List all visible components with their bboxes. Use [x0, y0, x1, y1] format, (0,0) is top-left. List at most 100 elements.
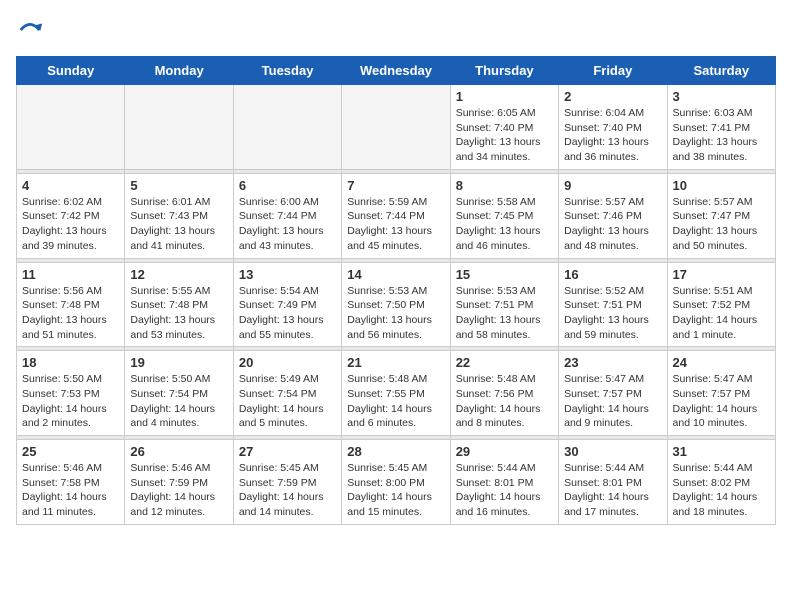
day-number: 16 [564, 267, 661, 282]
calendar-cell: 30 Sunrise: 5:44 AMSunset: 8:01 PMDayligh… [559, 440, 667, 525]
day-number: 20 [239, 355, 336, 370]
calendar-week-row: 18Sunrise: 5:50 AMSunset: 7:53 PMDayligh… [17, 351, 776, 436]
day-number: 5 [130, 178, 227, 193]
calendar-cell: 7 Sunrise: 5:59 AMSunset: 7:44 PMDaylight… [342, 173, 450, 258]
day-number: 17 [673, 267, 770, 282]
day-number: 3 [673, 89, 770, 104]
weekday-header: Wednesday [342, 57, 450, 85]
day-info: Sunrise: 5:48 AMSunset: 7:56 PMDaylight:… [456, 372, 553, 431]
calendar-cell: 11 Sunrise: 5:56 AMSunset: 7:48 PMDayligh… [17, 262, 125, 347]
calendar-cell: 5 Sunrise: 6:01 AMSunset: 7:43 PMDaylight… [125, 173, 233, 258]
day-info: Sunrise: 5:50 AMSunset: 7:54 PMDaylight:… [130, 372, 227, 431]
day-number: 25 [22, 444, 119, 459]
calendar-cell: 15Sunrise: 5:53 AMSunset: 7:51 PMDayligh… [450, 262, 558, 347]
day-number: 22 [456, 355, 553, 370]
calendar-cell: 23Sunrise: 5:47 AMSunset: 7:57 PMDayligh… [559, 351, 667, 436]
day-info: Sunrise: 5:44 AMSunset: 8:01 PMDaylight:… [564, 461, 661, 520]
day-number: 15 [456, 267, 553, 282]
calendar-cell: 10 Sunrise: 5:57 AMSunset: 7:47 PMDayligh… [667, 173, 775, 258]
weekday-header: Monday [125, 57, 233, 85]
calendar-week-row: 25Sunrise: 5:46 AMSunset: 7:58 PMDayligh… [17, 440, 776, 525]
calendar-cell: 8 Sunrise: 5:58 AMSunset: 7:45 PMDaylight… [450, 173, 558, 258]
calendar-cell: 3 Sunrise: 6:03 AMSunset: 7:41 PMDaylight… [667, 85, 775, 170]
weekday-header: Tuesday [233, 57, 341, 85]
calendar-cell: 29 Sunrise: 5:44 AMSunset: 8:01 PMDayligh… [450, 440, 558, 525]
calendar-cell: 21Sunrise: 5:48 AMSunset: 7:55 PMDayligh… [342, 351, 450, 436]
day-number: 21 [347, 355, 444, 370]
logo-icon [16, 16, 44, 44]
day-number: 4 [22, 178, 119, 193]
calendar-cell: 1Sunrise: 6:05 AMSunset: 7:40 PMDaylight… [450, 85, 558, 170]
day-number: 13 [239, 267, 336, 282]
calendar-cell: 13 Sunrise: 5:54 AMSunset: 7:49 PMDayligh… [233, 262, 341, 347]
day-number: 2 [564, 89, 661, 104]
calendar-week-row: 4 Sunrise: 6:02 AMSunset: 7:42 PMDaylight… [17, 173, 776, 258]
weekday-header: Thursday [450, 57, 558, 85]
day-number: 1 [456, 89, 553, 104]
calendar-cell: 24 Sunrise: 5:47 AMSunset: 7:57 PMDayligh… [667, 351, 775, 436]
day-number: 9 [564, 178, 661, 193]
day-info: Sunrise: 5:44 AMSunset: 8:02 PMDaylight:… [673, 461, 770, 520]
day-info: Sunrise: 5:55 AMSunset: 7:48 PMDaylight:… [130, 284, 227, 343]
calendar-cell: 2 Sunrise: 6:04 AMSunset: 7:40 PMDaylight… [559, 85, 667, 170]
day-info: Sunrise: 5:45 AMSunset: 7:59 PMDaylight:… [239, 461, 336, 520]
day-number: 19 [130, 355, 227, 370]
day-info: Sunrise: 5:59 AMSunset: 7:44 PMDaylight:… [347, 195, 444, 254]
day-info: Sunrise: 5:44 AMSunset: 8:01 PMDaylight:… [456, 461, 553, 520]
calendar-table: SundayMondayTuesdayWednesdayThursdayFrid… [16, 56, 776, 525]
day-number: 11 [22, 267, 119, 282]
calendar-week-row: 1Sunrise: 6:05 AMSunset: 7:40 PMDaylight… [17, 85, 776, 170]
day-number: 10 [673, 178, 770, 193]
day-info: Sunrise: 5:52 AMSunset: 7:51 PMDaylight:… [564, 284, 661, 343]
day-number: 31 [673, 444, 770, 459]
day-number: 6 [239, 178, 336, 193]
calendar-cell: 6 Sunrise: 6:00 AMSunset: 7:44 PMDaylight… [233, 173, 341, 258]
day-number: 12 [130, 267, 227, 282]
calendar-cell: 31 Sunrise: 5:44 AMSunset: 8:02 PMDayligh… [667, 440, 775, 525]
day-info: Sunrise: 6:00 AMSunset: 7:44 PMDaylight:… [239, 195, 336, 254]
day-info: Sunrise: 6:03 AMSunset: 7:41 PMDaylight:… [673, 106, 770, 165]
calendar-cell [125, 85, 233, 170]
calendar-cell: 12 Sunrise: 5:55 AMSunset: 7:48 PMDayligh… [125, 262, 233, 347]
calendar-cell: 14Sunrise: 5:53 AMSunset: 7:50 PMDayligh… [342, 262, 450, 347]
calendar-cell [17, 85, 125, 170]
day-number: 29 [456, 444, 553, 459]
day-number: 26 [130, 444, 227, 459]
day-info: Sunrise: 5:49 AMSunset: 7:54 PMDaylight:… [239, 372, 336, 431]
day-number: 24 [673, 355, 770, 370]
calendar-cell [233, 85, 341, 170]
day-info: Sunrise: 5:57 AMSunset: 7:47 PMDaylight:… [673, 195, 770, 254]
day-info: Sunrise: 6:01 AMSunset: 7:43 PMDaylight:… [130, 195, 227, 254]
day-number: 27 [239, 444, 336, 459]
day-info: Sunrise: 5:47 AMSunset: 7:57 PMDaylight:… [673, 372, 770, 431]
weekday-header: Friday [559, 57, 667, 85]
day-info: Sunrise: 5:47 AMSunset: 7:57 PMDaylight:… [564, 372, 661, 431]
day-number: 14 [347, 267, 444, 282]
calendar-header-row: SundayMondayTuesdayWednesdayThursdayFrid… [17, 57, 776, 85]
calendar-cell: 18Sunrise: 5:50 AMSunset: 7:53 PMDayligh… [17, 351, 125, 436]
day-number: 8 [456, 178, 553, 193]
calendar-cell: 4 Sunrise: 6:02 AMSunset: 7:42 PMDaylight… [17, 173, 125, 258]
day-number: 30 [564, 444, 661, 459]
day-info: Sunrise: 6:02 AMSunset: 7:42 PMDaylight:… [22, 195, 119, 254]
logo [16, 16, 48, 44]
day-info: Sunrise: 5:56 AMSunset: 7:48 PMDaylight:… [22, 284, 119, 343]
calendar-week-row: 11 Sunrise: 5:56 AMSunset: 7:48 PMDayligh… [17, 262, 776, 347]
day-info: Sunrise: 5:58 AMSunset: 7:45 PMDaylight:… [456, 195, 553, 254]
calendar-cell [342, 85, 450, 170]
day-number: 7 [347, 178, 444, 193]
day-number: 28 [347, 444, 444, 459]
weekday-header: Sunday [17, 57, 125, 85]
day-info: Sunrise: 6:04 AMSunset: 7:40 PMDaylight:… [564, 106, 661, 165]
day-info: Sunrise: 5:54 AMSunset: 7:49 PMDaylight:… [239, 284, 336, 343]
calendar-cell: 22 Sunrise: 5:48 AMSunset: 7:56 PMDayligh… [450, 351, 558, 436]
calendar-cell: 16 Sunrise: 5:52 AMSunset: 7:51 PMDayligh… [559, 262, 667, 347]
page-header [16, 16, 776, 44]
day-info: Sunrise: 5:45 AMSunset: 8:00 PMDaylight:… [347, 461, 444, 520]
day-number: 18 [22, 355, 119, 370]
calendar-cell: 27 Sunrise: 5:45 AMSunset: 7:59 PMDayligh… [233, 440, 341, 525]
calendar-cell: 17Sunrise: 5:51 AMSunset: 7:52 PMDayligh… [667, 262, 775, 347]
calendar-cell: 9Sunrise: 5:57 AMSunset: 7:46 PMDaylight… [559, 173, 667, 258]
calendar-cell: 19 Sunrise: 5:50 AMSunset: 7:54 PMDayligh… [125, 351, 233, 436]
weekday-header: Saturday [667, 57, 775, 85]
